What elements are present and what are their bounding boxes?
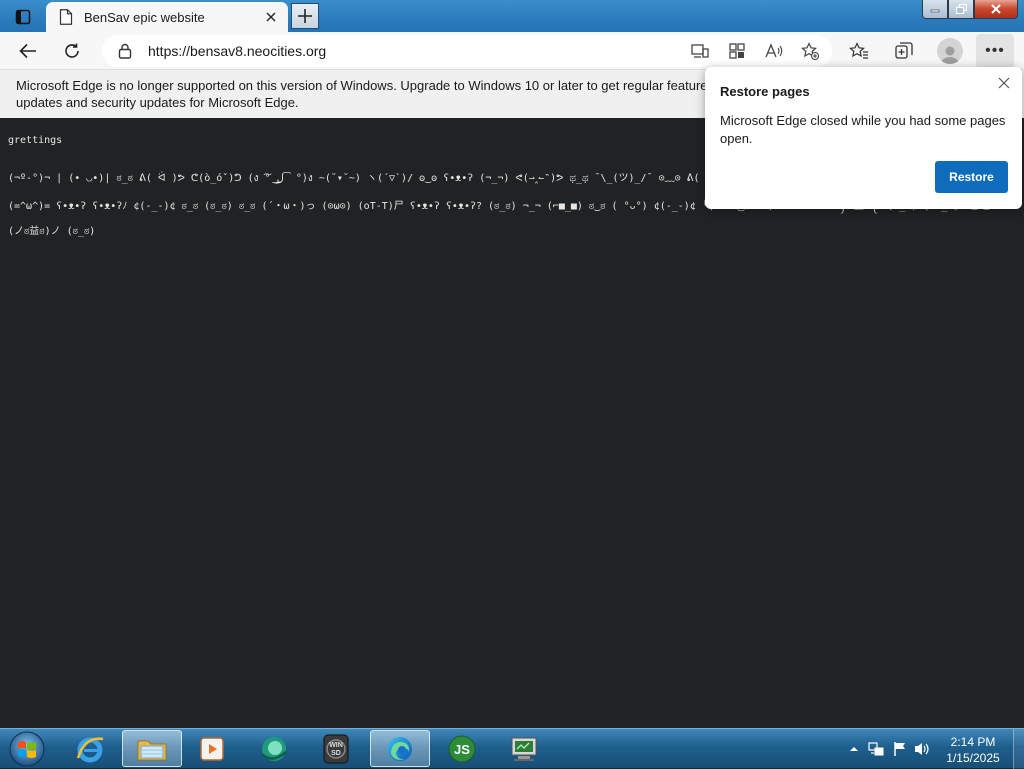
- network-icon: [868, 742, 884, 756]
- taskbar-media-player[interactable]: [182, 730, 242, 767]
- action-center-button[interactable]: [892, 741, 908, 757]
- tab-title: BenSav epic website: [84, 9, 205, 25]
- winsd-icon: WIN SD: [323, 734, 349, 763]
- back-button[interactable]: [13, 36, 43, 66]
- favorites-icon: [849, 42, 868, 59]
- taskbar-js-app[interactable]: JS: [432, 730, 492, 767]
- windows-taskbar: WIN SD JS 2:14 PM 1/15/2025: [0, 728, 1024, 769]
- taskbar-internet-explorer[interactable]: [60, 730, 120, 767]
- apps-grid-icon[interactable]: [727, 41, 747, 61]
- tab-actions-button[interactable]: [6, 4, 40, 30]
- close-icon: [998, 77, 1010, 89]
- tab-active[interactable]: BenSav epic website: [46, 2, 288, 32]
- url-text[interactable]: https://bensav8.neocities.org: [148, 43, 326, 59]
- windows-logo-icon: [9, 731, 45, 767]
- page-favicon-icon: [58, 9, 74, 25]
- lock-icon[interactable]: [116, 42, 134, 60]
- green-swirl-icon: [261, 736, 287, 761]
- taskbar-clock[interactable]: 2:14 PM 1/15/2025: [930, 734, 1016, 766]
- browser-toolbar: https://bensav8.neocities.org •••: [0, 32, 1024, 70]
- show-desktop-button[interactable]: [1013, 729, 1024, 769]
- favorites-button[interactable]: [844, 36, 874, 66]
- tab-actions-icon: [15, 9, 31, 25]
- emoticon-line: (ノಠ益ಠ)ノ (ಠ_ಠ): [8, 226, 96, 237]
- minimize-button[interactable]: [922, 0, 948, 19]
- minimize-icon: [930, 9, 940, 13]
- greeting-text: grettings: [8, 135, 63, 146]
- page-content: grettings (¬º-°)¬ | (• ◡•)| ಠ_ಠ ᕕ( ᐛ )ᕗ …: [0, 118, 1024, 728]
- network-tray-button[interactable]: [868, 741, 884, 757]
- infobar-message: Microsoft Edge is no longer supported on…: [16, 78, 708, 110]
- speaker-icon: [915, 743, 929, 755]
- taskbar-winsd[interactable]: WIN SD: [306, 730, 366, 767]
- close-icon: [266, 12, 276, 22]
- show-hidden-icons-button[interactable]: [846, 741, 862, 757]
- browser-title-bar: BenSav epic website: [0, 0, 1024, 32]
- network-computer-icon: [511, 737, 537, 761]
- folder-icon: [137, 740, 167, 760]
- address-bar[interactable]: https://bensav8.neocities.org: [102, 35, 832, 67]
- window-controls: [922, 0, 1018, 19]
- app-available-icon[interactable]: [690, 41, 710, 61]
- start-button[interactable]: [4, 729, 50, 769]
- popup-title: Restore pages: [720, 84, 810, 99]
- refresh-icon: [65, 43, 79, 58]
- restore-button[interactable]: Restore: [935, 161, 1008, 193]
- new-tab-button[interactable]: [291, 3, 319, 29]
- profile-avatar[interactable]: [937, 38, 963, 64]
- restore-pages-popup: Restore pages Microsoft Edge closed whil…: [705, 67, 1022, 209]
- taskbar-green-app[interactable]: [244, 730, 304, 767]
- refresh-button[interactable]: [57, 36, 87, 66]
- chevron-up-icon: [850, 747, 858, 751]
- more-dots-icon: •••: [985, 42, 1005, 59]
- maximize-button[interactable]: [948, 0, 974, 19]
- settings-and-more-button[interactable]: •••: [976, 34, 1014, 68]
- svg-text:WIN: WIN: [329, 742, 343, 749]
- back-arrow-icon: [19, 43, 36, 59]
- media-player-icon: [200, 736, 224, 761]
- taskbar-microsoft-edge[interactable]: [370, 730, 430, 767]
- svg-text:SD: SD: [331, 750, 341, 757]
- popup-close-button[interactable]: [996, 75, 1012, 91]
- restore-down-icon: [955, 4, 967, 14]
- close-icon: [991, 4, 1001, 14]
- plus-icon: [298, 9, 312, 23]
- taskbar-windows-explorer[interactable]: [122, 730, 182, 767]
- collections-button[interactable]: [889, 36, 919, 66]
- popup-message: Microsoft Edge closed while you had some…: [720, 113, 1006, 146]
- edge-icon: [388, 736, 412, 761]
- clock-time: 2:14 PM: [950, 735, 996, 749]
- volume-button[interactable]: [914, 741, 930, 757]
- svg-text:JS: JS: [454, 742, 470, 757]
- flag-icon: [894, 742, 905, 756]
- taskbar-network-tool[interactable]: [494, 730, 554, 767]
- tab-close-button[interactable]: [260, 6, 282, 28]
- add-favorite-icon[interactable]: [800, 41, 820, 61]
- collections-icon: [895, 42, 913, 59]
- close-window-button[interactable]: [974, 0, 1018, 19]
- internet-explorer-icon: [76, 736, 104, 762]
- clock-date: 1/15/2025: [946, 751, 1000, 765]
- js-icon: JS: [448, 735, 476, 762]
- user-icon: [941, 46, 959, 64]
- read-aloud-icon[interactable]: [764, 41, 784, 61]
